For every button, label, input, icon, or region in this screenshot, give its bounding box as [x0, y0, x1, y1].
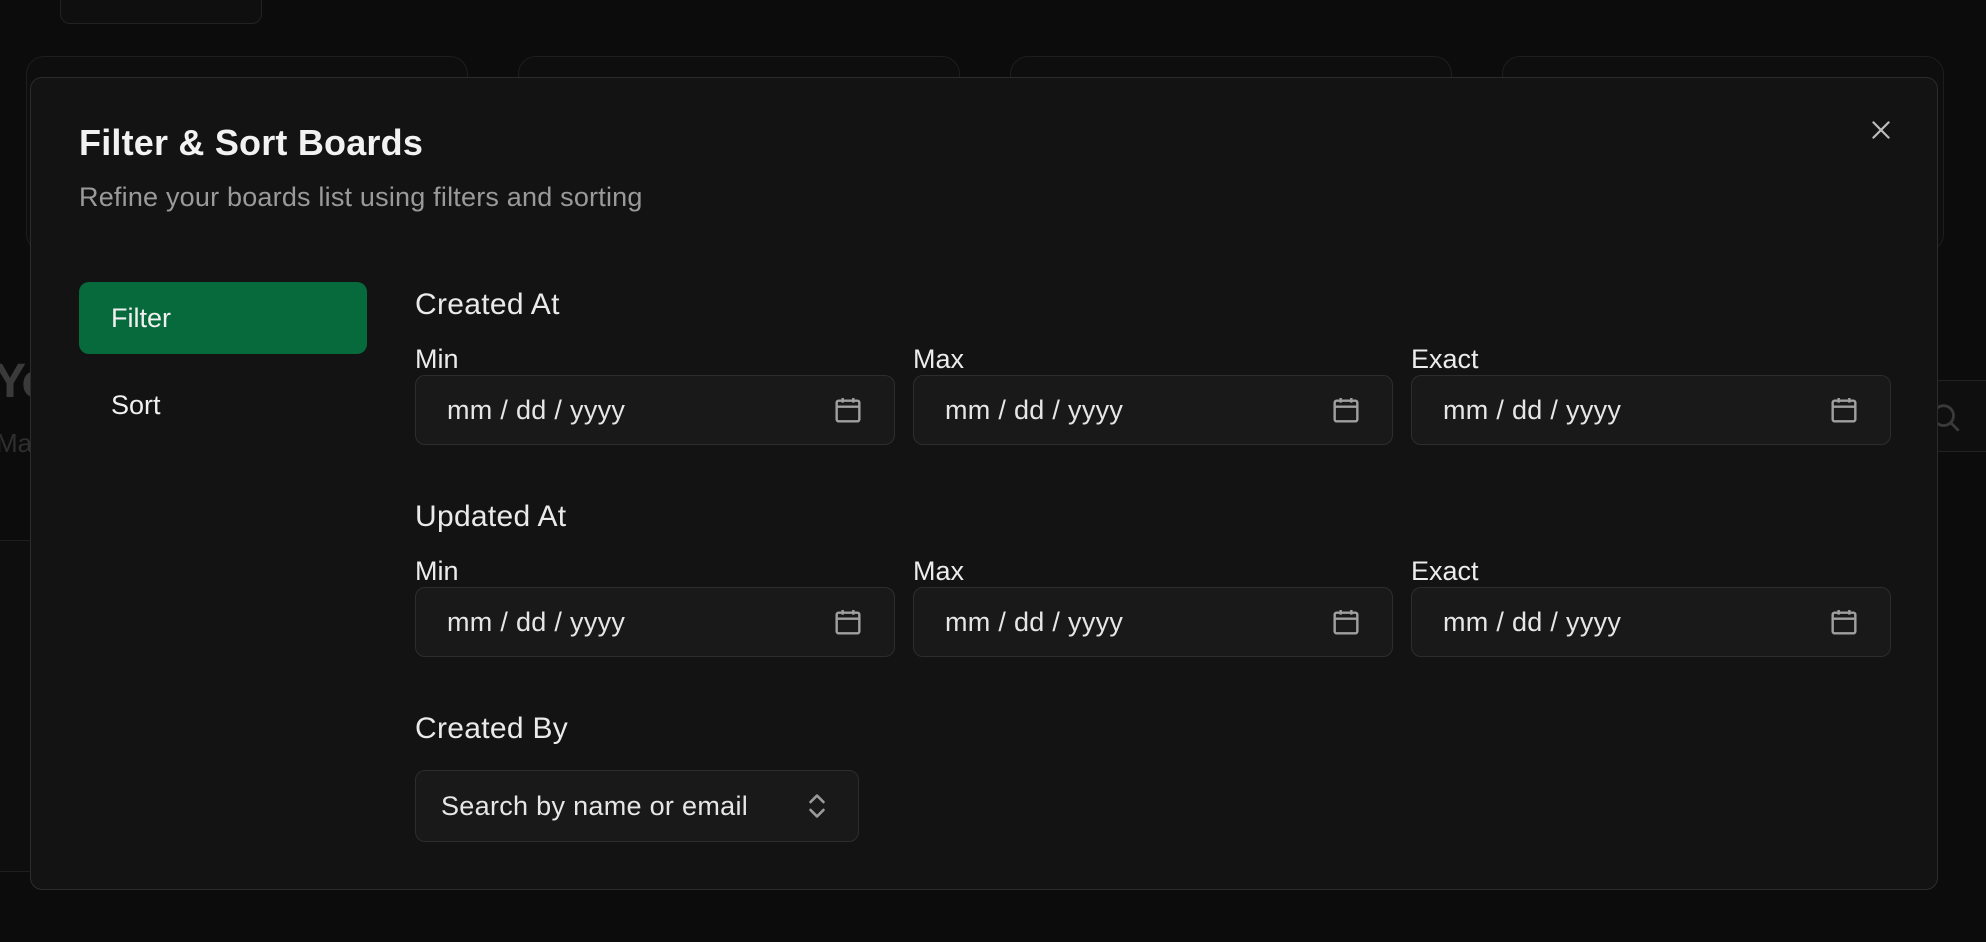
calendar-icon[interactable]: [832, 394, 864, 426]
chevron-up-down-icon: [804, 790, 830, 822]
created-at-min-input[interactable]: mm / dd / yyyy: [415, 375, 895, 445]
updated-at-max-input[interactable]: mm / dd / yyyy: [913, 587, 1393, 657]
date-placeholder: mm / dd / yyyy: [1443, 394, 1622, 425]
updated-at-label: Updated At: [415, 500, 567, 533]
created-by-combobox[interactable]: Search by name or email: [415, 770, 859, 842]
date-placeholder: mm / dd / yyyy: [447, 606, 626, 637]
background-button: [60, 0, 262, 24]
updated-at-min-label: Min: [415, 556, 459, 586]
calendar-icon[interactable]: [832, 606, 864, 638]
created-at-exact-input[interactable]: mm / dd / yyyy: [1411, 375, 1891, 445]
created-by-placeholder: Search by name or email: [441, 790, 749, 821]
created-by-label: Created By: [415, 712, 569, 745]
tab-sort[interactable]: Sort: [79, 369, 367, 441]
date-placeholder: mm / dd / yyyy: [945, 394, 1124, 425]
date-placeholder: mm / dd / yyyy: [447, 394, 626, 425]
calendar-icon[interactable]: [1330, 606, 1362, 638]
updated-at-exact-label: Exact: [1411, 556, 1479, 586]
background-subtitle-fragment: Ma: [0, 428, 33, 458]
dialog-title: Filter & Sort Boards: [79, 122, 424, 163]
calendar-icon[interactable]: [1828, 394, 1860, 426]
close-icon: [1868, 117, 1894, 143]
tab-sort-label: Sort: [111, 389, 161, 420]
created-at-label: Created At: [415, 288, 560, 321]
close-button[interactable]: [1863, 112, 1899, 148]
created-at-max-label: Max: [913, 344, 965, 374]
tab-filter-label: Filter: [111, 302, 171, 333]
filter-sort-dialog: Filter & Sort Boards Refine your boards …: [30, 77, 1938, 890]
created-at-max-input[interactable]: mm / dd / yyyy: [913, 375, 1393, 445]
updated-at-exact-input[interactable]: mm / dd / yyyy: [1411, 587, 1891, 657]
dialog-description: Refine your boards list using filters an…: [79, 182, 643, 212]
date-placeholder: mm / dd / yyyy: [1443, 606, 1622, 637]
calendar-icon[interactable]: [1330, 394, 1362, 426]
tab-filter[interactable]: Filter: [79, 282, 367, 354]
calendar-icon[interactable]: [1828, 606, 1860, 638]
updated-at-min-input[interactable]: mm / dd / yyyy: [415, 587, 895, 657]
created-at-exact-label: Exact: [1411, 344, 1479, 374]
date-placeholder: mm / dd / yyyy: [945, 606, 1124, 637]
updated-at-max-label: Max: [913, 556, 965, 586]
created-at-min-label: Min: [415, 344, 459, 374]
